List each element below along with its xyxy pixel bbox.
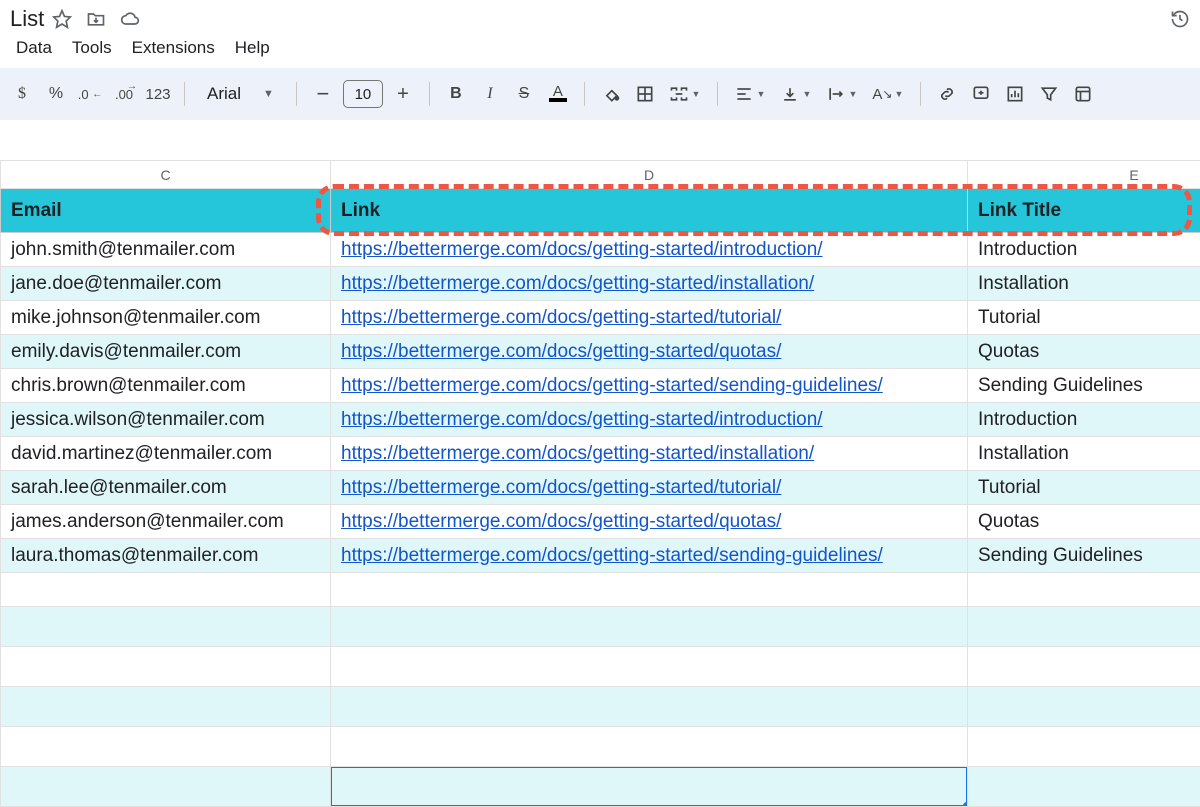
hyperlink[interactable]: https://bettermerge.com/docs/getting-sta… [341, 239, 823, 260]
cell-email[interactable]: sarah.lee@tenmailer.com [1, 471, 331, 505]
hyperlink[interactable]: https://bettermerge.com/docs/getting-sta… [341, 511, 781, 532]
cell-link[interactable]: https://bettermerge.com/docs/getting-sta… [331, 403, 968, 437]
table-row[interactable]: jane.doe@tenmailer.com https://bettermerg… [1, 267, 1200, 301]
table-row[interactable]: emily.davis@tenmailer.com https://betterm… [1, 335, 1200, 369]
strikethrough-button[interactable]: S [510, 79, 538, 109]
h-align-icon[interactable]: ▼ [730, 79, 770, 109]
menu-data[interactable]: Data [16, 38, 52, 58]
bold-button[interactable]: B [442, 79, 470, 109]
history-icon[interactable] [1170, 9, 1190, 29]
filter-icon[interactable] [1035, 79, 1063, 109]
cell-email[interactable]: emily.davis@tenmailer.com [1, 335, 331, 369]
column-header-e[interactable]: E [968, 161, 1200, 189]
table-row[interactable]: sarah.lee@tenmailer.com https://bettermer… [1, 471, 1200, 505]
merge-cells-icon[interactable]: ▼ [665, 79, 705, 109]
cell-email[interactable]: laura.thomas@tenmailer.com [1, 539, 331, 573]
menu-extensions[interactable]: Extensions [132, 38, 215, 58]
menu-bar: Data Tools Extensions Help [0, 32, 1200, 68]
format-percent-button[interactable]: % [42, 79, 70, 109]
table-row[interactable]: james.anderson@tenmailer.com https://bett… [1, 505, 1200, 539]
menu-tools[interactable]: Tools [72, 38, 112, 58]
cell-link-title[interactable]: Tutorial [968, 301, 1200, 335]
cell-link-title[interactable]: Tutorial [968, 471, 1200, 505]
cell-link[interactable]: https://bettermerge.com/docs/getting-sta… [331, 539, 968, 573]
hyperlink[interactable]: https://bettermerge.com/docs/getting-sta… [341, 545, 883, 566]
cell-email[interactable]: chris.brown@tenmailer.com [1, 369, 331, 403]
format-currency-button[interactable]: $ [8, 79, 36, 109]
hyperlink[interactable]: https://bettermerge.com/docs/getting-sta… [341, 375, 883, 396]
header-cell-link[interactable]: Link [331, 189, 968, 233]
hyperlink[interactable]: https://bettermerge.com/docs/getting-sta… [341, 477, 781, 498]
move-folder-icon[interactable] [86, 9, 106, 29]
cell-link-title[interactable]: Installation [968, 437, 1200, 471]
font-size-decrease-button[interactable]: − [309, 79, 337, 109]
text-wrap-icon[interactable]: ▼ [822, 79, 862, 109]
star-icon[interactable] [52, 9, 72, 29]
active-cell[interactable] [331, 767, 968, 807]
italic-button[interactable]: I [476, 79, 504, 109]
borders-icon[interactable] [631, 79, 659, 109]
text-rotate-icon[interactable]: A↘ ▼ [868, 79, 908, 109]
hyperlink[interactable]: https://bettermerge.com/docs/getting-sta… [341, 443, 814, 464]
hyperlink[interactable]: https://bettermerge.com/docs/getting-sta… [341, 409, 823, 430]
table-row[interactable]: david.martinez@tenmailer.com https://bett… [1, 437, 1200, 471]
text-color-button[interactable]: A [544, 79, 572, 109]
cell-link-title[interactable]: Introduction [968, 233, 1200, 267]
table-row[interactable]: mike.johnson@tenmailer.com https://better… [1, 301, 1200, 335]
toolbar: $ % .0 ← .00→ 123 Arial ▼ − 10 + B I S A… [0, 68, 1200, 120]
header-cell-email[interactable]: Email [1, 189, 331, 233]
table-row[interactable]: laura.thomas@tenmailer.com https://better… [1, 539, 1200, 573]
column-header-d[interactable]: D [331, 161, 968, 189]
spreadsheet-grid[interactable]: C D E Email Link Link Title john.smith@t… [0, 160, 1200, 807]
cell-link-title[interactable]: Quotas [968, 505, 1200, 539]
document-title[interactable]: List [10, 6, 52, 32]
cell-link[interactable]: https://bettermerge.com/docs/getting-sta… [331, 369, 968, 403]
table-row[interactable]: jessica.wilson@tenmailer.com https://bett… [1, 403, 1200, 437]
font-size-increase-button[interactable]: + [389, 79, 417, 109]
column-header-c[interactable]: C [1, 161, 331, 189]
hyperlink[interactable]: https://bettermerge.com/docs/getting-sta… [341, 273, 814, 294]
table-row[interactable]: chris.brown@tenmailer.com https://betterm… [1, 369, 1200, 403]
cell-link-title[interactable]: Installation [968, 267, 1200, 301]
insert-link-icon[interactable] [933, 79, 961, 109]
hyperlink[interactable]: https://bettermerge.com/docs/getting-sta… [341, 341, 781, 362]
cell-email[interactable]: john.smith@tenmailer.com [1, 233, 331, 267]
font-size-input[interactable]: 10 [343, 80, 383, 108]
cell-link[interactable]: https://bettermerge.com/docs/getting-sta… [331, 233, 968, 267]
cell-link[interactable]: https://bettermerge.com/docs/getting-sta… [331, 505, 968, 539]
hyperlink[interactable]: https://bettermerge.com/docs/getting-sta… [341, 307, 781, 328]
cell-email[interactable]: james.anderson@tenmailer.com [1, 505, 331, 539]
cell-email[interactable]: jane.doe@tenmailer.com [1, 267, 331, 301]
insert-chart-icon[interactable] [1001, 79, 1029, 109]
cell-link-title[interactable]: Sending Guidelines [968, 369, 1200, 403]
decrease-decimals-button[interactable]: .0 ← [76, 79, 104, 109]
cell-link-title[interactable]: Introduction [968, 403, 1200, 437]
more-formats-button[interactable]: 123 [144, 79, 172, 109]
cell-link-title[interactable]: Sending Guidelines [968, 539, 1200, 573]
cell-link[interactable]: https://bettermerge.com/docs/getting-sta… [331, 267, 968, 301]
cell-email[interactable]: david.martinez@tenmailer.com [1, 437, 331, 471]
chevron-down-icon: ▼ [263, 88, 274, 100]
cell-email[interactable]: jessica.wilson@tenmailer.com [1, 403, 331, 437]
cell-link[interactable]: https://bettermerge.com/docs/getting-sta… [331, 437, 968, 471]
functions-sigma-icon[interactable] [1069, 79, 1097, 109]
cell-link[interactable]: https://bettermerge.com/docs/getting-sta… [331, 335, 968, 369]
fill-color-icon[interactable] [597, 79, 625, 109]
menu-help[interactable]: Help [235, 38, 270, 58]
header-cell-linktitle[interactable]: Link Title [968, 189, 1200, 233]
font-select[interactable]: Arial ▼ [197, 84, 284, 104]
cell-link[interactable]: https://bettermerge.com/docs/getting-sta… [331, 471, 968, 505]
font-name: Arial [207, 84, 241, 104]
table-row[interactable]: john.smith@tenmailer.com https://betterme… [1, 233, 1200, 267]
cloud-status-icon[interactable] [120, 9, 140, 29]
insert-comment-icon[interactable] [967, 79, 995, 109]
cell-link[interactable]: https://bettermerge.com/docs/getting-sta… [331, 301, 968, 335]
cell-link-title[interactable]: Quotas [968, 335, 1200, 369]
cell-email[interactable]: mike.johnson@tenmailer.com [1, 301, 331, 335]
increase-decimals-button[interactable]: .00→ [110, 79, 138, 109]
v-align-icon[interactable]: ▼ [776, 79, 816, 109]
